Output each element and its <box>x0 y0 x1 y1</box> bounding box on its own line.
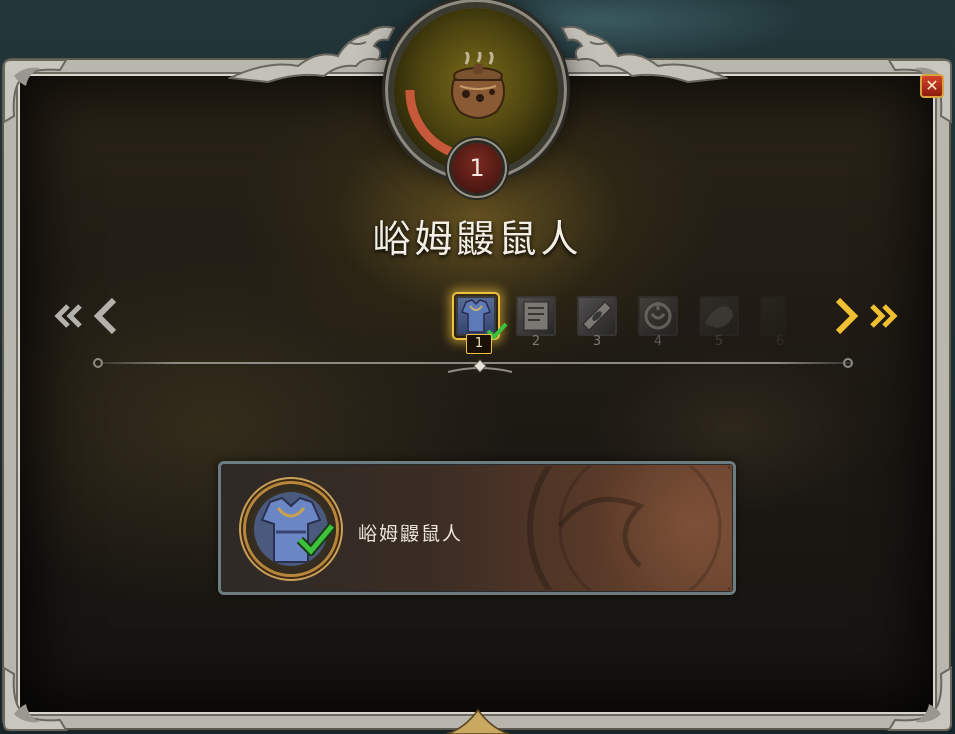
stage-item-4[interactable]: 4 <box>634 292 682 349</box>
stage-number: 4 <box>653 334 663 349</box>
chevron-right-icon <box>835 297 859 335</box>
double-chevron-right-icon <box>870 304 898 328</box>
parchment-icon <box>516 296 556 336</box>
slider-knob[interactable] <box>446 358 514 380</box>
beast-icon <box>699 296 739 336</box>
quest-title: 峪姆鼹鼠人 <box>372 217 583 261</box>
stage-number: 2 <box>531 334 541 349</box>
next-page-button[interactable] <box>832 296 860 336</box>
stage-item-2[interactable]: 2 <box>512 292 560 349</box>
unknown-icon <box>760 296 786 336</box>
chevron-left-icon <box>93 297 117 335</box>
stage-list: 1 2 3 4 5 6 <box>450 292 790 354</box>
stage-number: 3 <box>592 334 602 349</box>
prev-page-button[interactable] <box>92 296 120 336</box>
shield-emblem-icon <box>638 296 678 336</box>
reward-label: 峪姆鼹鼠人 <box>358 523 464 545</box>
stage-item-1[interactable]: 1 <box>452 292 508 354</box>
stage-item-6[interactable]: 6 <box>756 292 786 349</box>
stage-item-3[interactable]: 3 <box>573 292 621 349</box>
double-chevron-left-icon <box>54 304 82 328</box>
stage-number: 5 <box>714 334 724 349</box>
check-icon <box>296 523 336 556</box>
stage-item-5[interactable]: 5 <box>695 292 743 349</box>
last-page-button[interactable] <box>866 296 900 336</box>
slider-end-cap <box>93 358 103 368</box>
clay-pot-icon <box>451 52 505 119</box>
tablet-icon <box>577 296 617 336</box>
stage-number: 6 <box>775 334 785 349</box>
stage-number: 1 <box>466 334 492 354</box>
first-page-button[interactable] <box>52 296 86 336</box>
slider-end-cap <box>843 358 853 368</box>
level-badge: 1 <box>452 143 502 193</box>
close-button[interactable]: ✕ <box>920 74 944 98</box>
